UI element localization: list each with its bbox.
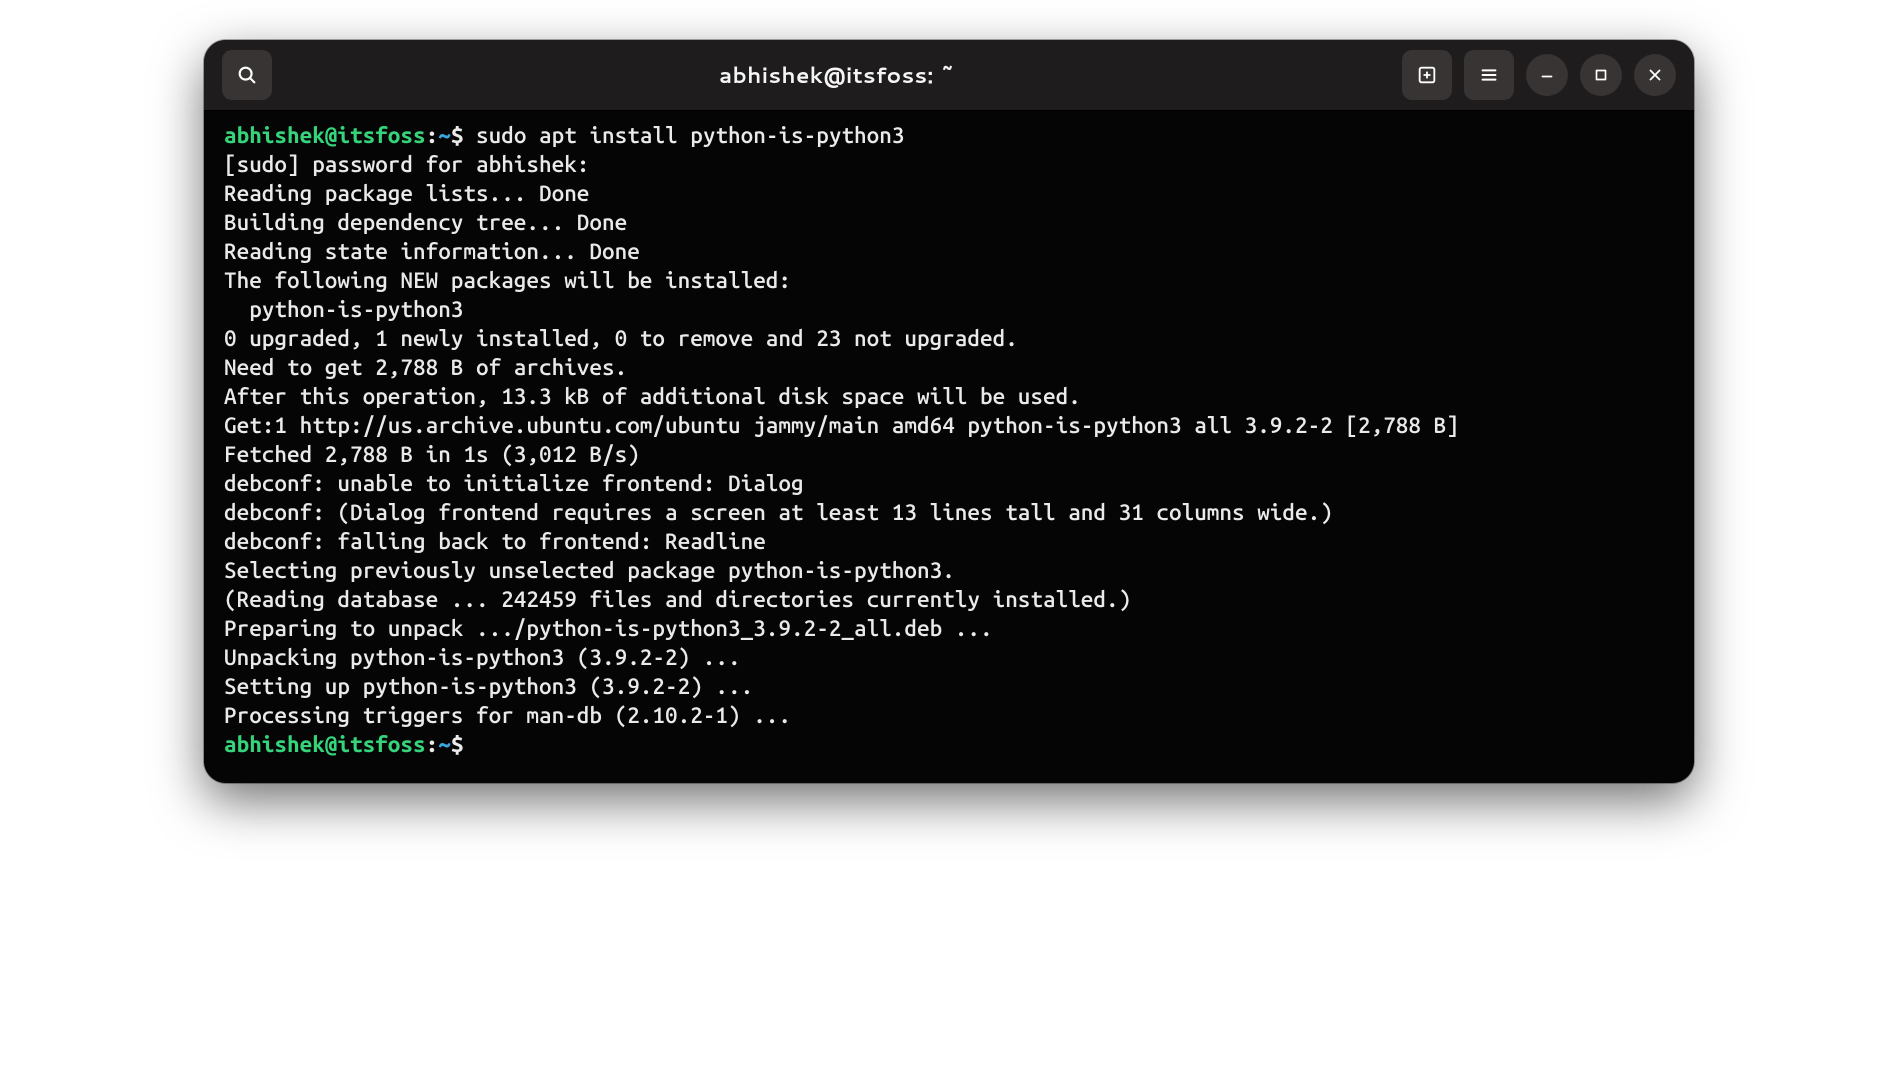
hamburger-icon	[1478, 64, 1500, 86]
window-title: abhishek@itsfoss: ~	[272, 60, 1402, 91]
output-line: Processing triggers for man-db (2.10.2-1…	[224, 703, 791, 728]
prompt-colon: :	[426, 123, 439, 148]
output-line: Fetched 2,788 B in 1s (3,012 B/s)	[224, 442, 640, 467]
search-icon	[236, 64, 258, 86]
command-text: sudo apt install python-is-python3	[463, 123, 904, 148]
maximize-button[interactable]	[1580, 54, 1622, 96]
minimize-icon	[1538, 66, 1556, 84]
output-line: debconf: falling back to frontend: Readl…	[224, 529, 766, 554]
menu-button[interactable]	[1464, 50, 1514, 100]
output-line: Get:1 http://us.archive.ubuntu.com/ubunt…	[224, 413, 1459, 438]
search-button[interactable]	[222, 50, 272, 100]
output-line: Need to get 2,788 B of archives.	[224, 355, 627, 380]
prompt-user-host: abhishek@itsfoss	[224, 732, 426, 757]
output-line: Unpacking python-is-python3 (3.9.2-2) ..…	[224, 645, 741, 670]
output-line: After this operation, 13.3 kB of additio…	[224, 384, 1081, 409]
titlebar: abhishek@itsfoss: ~	[204, 40, 1694, 111]
prompt-user-host: abhishek@itsfoss	[224, 123, 426, 148]
output-line: Reading state information... Done	[224, 239, 640, 264]
new-tab-icon	[1416, 64, 1438, 86]
prompt-path: ~	[438, 732, 451, 757]
minimize-button[interactable]	[1526, 54, 1568, 96]
output-line: Selecting previously unselected package …	[224, 558, 955, 583]
maximize-icon	[1592, 66, 1610, 84]
close-button[interactable]	[1634, 54, 1676, 96]
output-line: python-is-python3	[224, 297, 463, 322]
titlebar-right	[1402, 50, 1676, 100]
output-line: (Reading database ... 242459 files and d…	[224, 587, 1131, 612]
output-line: 0 upgraded, 1 newly installed, 0 to remo…	[224, 326, 1018, 351]
terminal-window: abhishek@itsfoss: ~	[204, 40, 1694, 783]
new-tab-button[interactable]	[1402, 50, 1452, 100]
close-icon	[1646, 66, 1664, 84]
prompt-dollar: $	[451, 732, 464, 757]
titlebar-left	[222, 50, 272, 100]
output-line: debconf: (Dialog frontend requires a scr…	[224, 500, 1333, 525]
output-line: [sudo] password for abhishek:	[224, 152, 602, 177]
output-line: Setting up python-is-python3 (3.9.2-2) .…	[224, 674, 753, 699]
output-line: The following NEW packages will be insta…	[224, 268, 791, 293]
output-line: Reading package lists... Done	[224, 181, 589, 206]
prompt-dollar: $	[451, 123, 464, 148]
output-line: debconf: unable to initialize frontend: …	[224, 471, 804, 496]
cursor-space	[463, 732, 476, 757]
output-line: Building dependency tree... Done	[224, 210, 627, 235]
prompt-colon: :	[426, 732, 439, 757]
output-line: Preparing to unpack .../python-is-python…	[224, 616, 993, 641]
terminal-body[interactable]: abhishek@itsfoss:~$ sudo apt install pyt…	[204, 111, 1694, 783]
prompt-path: ~	[438, 123, 451, 148]
